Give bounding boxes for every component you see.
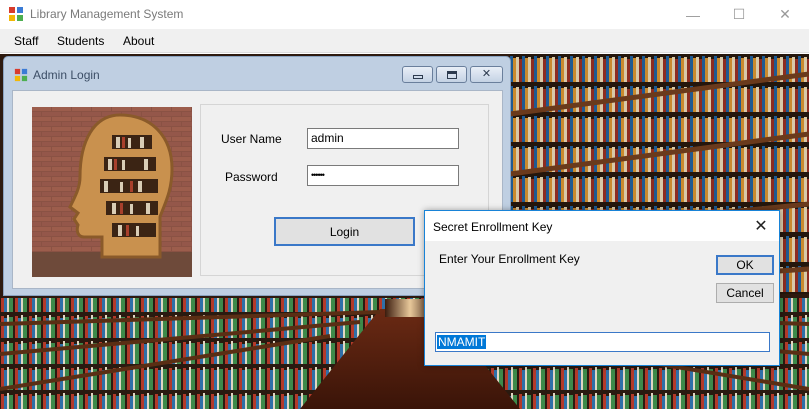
minimize-icon: — xyxy=(686,6,700,23)
maximize-icon: ☐ xyxy=(732,6,746,22)
admin-minimize-button[interactable] xyxy=(402,66,433,83)
app-icon xyxy=(9,7,23,21)
maximize-button[interactable]: ☐ xyxy=(716,0,762,29)
enrollment-key-selected-text: NMAMIT xyxy=(437,335,487,349)
password-field[interactable]: •••••• xyxy=(307,165,459,186)
login-button[interactable]: Login xyxy=(274,217,415,246)
enrollment-dialog-titlebar: Secret Enrollment Key ✕ xyxy=(425,211,779,241)
close-button[interactable]: ✕ xyxy=(762,0,808,29)
head-bookshelf-image xyxy=(32,107,192,277)
cancel-button[interactable]: Cancel xyxy=(716,283,774,303)
minimize-button[interactable]: — xyxy=(670,0,716,29)
password-label: Password xyxy=(225,170,278,184)
menu-staff[interactable]: Staff xyxy=(14,34,38,48)
admin-login-title: Admin Login xyxy=(33,68,100,82)
close-icon: ✕ xyxy=(754,218,768,235)
user-name-field[interactable]: admin xyxy=(307,128,459,149)
admin-maximize-button[interactable] xyxy=(436,66,467,83)
ok-button[interactable]: OK xyxy=(716,255,774,275)
close-icon: ✕ xyxy=(481,68,492,80)
close-icon: ✕ xyxy=(779,6,791,22)
enrollment-dialog-close-button[interactable]: ✕ xyxy=(749,215,773,237)
main-title-bar: Library Management System — ☐ ✕ xyxy=(0,0,809,29)
app-title: Library Management System xyxy=(30,7,184,21)
admin-close-button[interactable]: ✕ xyxy=(470,66,503,83)
menu-students[interactable]: Students xyxy=(57,34,104,48)
user-name-label: User Name xyxy=(221,132,282,146)
menu-about[interactable]: About xyxy=(123,34,154,48)
admin-window-icon xyxy=(14,68,28,82)
restore-icon xyxy=(446,70,457,79)
minimize-icon xyxy=(412,74,423,79)
enrollment-key-input[interactable]: NMAMIT xyxy=(435,332,770,352)
enrollment-dialog-title: Secret Enrollment Key xyxy=(433,220,553,234)
enrollment-dialog: Secret Enrollment Key ✕ Enter Your Enrol… xyxy=(424,210,780,366)
enrollment-prompt: Enter Your Enrollment Key xyxy=(439,252,580,266)
head-bookshelf-art xyxy=(32,107,192,277)
menu-bar: Staff Students About xyxy=(0,29,809,53)
